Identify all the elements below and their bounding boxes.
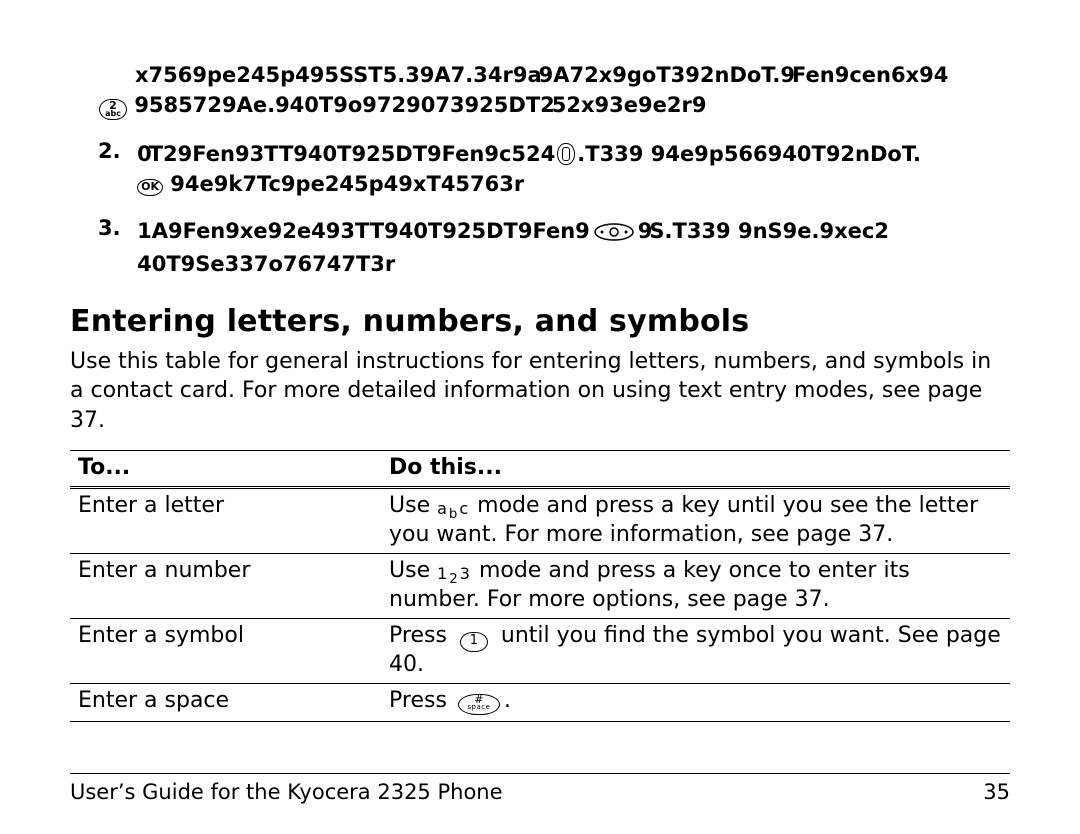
section-heading: Entering letters, numbers, and symbols xyxy=(70,304,1010,339)
list-item-2: 2. 0T29Fen93TT940T925DT9Fen9c524 .T339 94… xyxy=(98,139,1010,200)
garbled-line-1: x7569pe245p495SST5.39A7.34r9a9A72x9goT39… xyxy=(135,60,1010,121)
cell-do: Press 1 until you find the symbol you wa… xyxy=(381,619,1010,684)
cell-do: Use 123 mode and press a key once to ent… xyxy=(381,553,1010,618)
section-intro: Use this table for general instructions … xyxy=(70,347,1010,436)
garble-text: 1A9Fen9xe92e493TT940T925DT9Fen9 xyxy=(137,219,590,243)
table-row: Enter a letter Use abc mode and press a … xyxy=(70,487,1010,553)
page-footer: User’s Guide for the Kyocera 2325 Phone … xyxy=(70,773,1010,804)
list-number: 2. xyxy=(98,139,132,163)
garble-text: x7569pe245p495SST5.39A7.34r9 xyxy=(135,63,527,87)
abc-key-icon: 2abc xyxy=(99,99,127,120)
garble-text: 9A72x9goT392nDoT. xyxy=(539,63,781,87)
garble-text: 52x93e9e2r9 xyxy=(552,93,707,117)
garble-text: 9 xyxy=(638,219,650,243)
garble-text: 94e9k7Tc9pe245p49xT45763r xyxy=(170,172,524,196)
garble-text: 2 xyxy=(540,93,552,117)
footer-rule xyxy=(70,773,1010,774)
garble-text: S.T339 9nS9e.9xec2 xyxy=(649,219,889,243)
list-number: 3. xyxy=(98,216,132,240)
document-page: x7569pe245p495SST5.39A7.34r9a9A72x9goT39… xyxy=(0,0,1080,834)
cell-to: Enter a number xyxy=(70,553,381,618)
cell-to: Enter a symbol xyxy=(70,619,381,684)
space-key-icon: #space xyxy=(458,694,500,715)
garble-text: T29Fen93TT940T925DT9Fen9c524 xyxy=(149,142,556,166)
abc-mode-icon: abc xyxy=(437,499,470,518)
one-key-icon: 1 xyxy=(460,632,488,652)
cell-to: Enter a space xyxy=(70,684,381,722)
text: . xyxy=(504,688,511,713)
instructions-table: To... Do this... Enter a letter Use abc … xyxy=(70,450,1010,722)
nav-key-icon xyxy=(594,219,634,249)
cell-do: Press #space. xyxy=(381,684,1010,722)
footer-title: User’s Guide for the Kyocera 2325 Phone xyxy=(70,780,503,804)
text: mode and press a key until you see the l… xyxy=(389,493,978,547)
garble-text: 0 xyxy=(137,142,149,166)
123-mode-icon: 123 xyxy=(437,564,472,583)
signal-key-icon xyxy=(557,143,575,165)
table-row: Enter a symbol Press 1 until you find th… xyxy=(70,619,1010,684)
list-item-3: 3. 1A9Fen9xe92e493TT940T925DT9Fen9 9S.T33… xyxy=(98,216,1010,280)
text: Press xyxy=(389,623,454,648)
text: Use xyxy=(389,493,437,518)
garble-text: 9 xyxy=(780,63,792,87)
text: Press xyxy=(389,688,454,713)
garble-text: 40T9Se337o76747T3r xyxy=(137,252,395,276)
table-row: Enter a space Press #space. xyxy=(70,684,1010,722)
garble-text: a xyxy=(527,63,538,87)
garble-text: Fen9cen6x94 xyxy=(792,63,948,87)
garble-text: 9585729Ae.940T9o9729073925DT xyxy=(134,93,540,117)
text: Use xyxy=(389,558,437,583)
ok-key-icon: OK xyxy=(137,179,163,196)
cell-to: Enter a letter xyxy=(70,487,381,553)
garble-text: .T339 94e9p566940T92nDoT. xyxy=(577,142,921,166)
page-number: 35 xyxy=(983,780,1010,804)
table-header-to: To... xyxy=(70,450,381,487)
table-header-do: Do this... xyxy=(381,450,1010,487)
table-row: Enter a number Use 123 mode and press a … xyxy=(70,553,1010,618)
cell-do: Use abc mode and press a key until you s… xyxy=(381,487,1010,553)
